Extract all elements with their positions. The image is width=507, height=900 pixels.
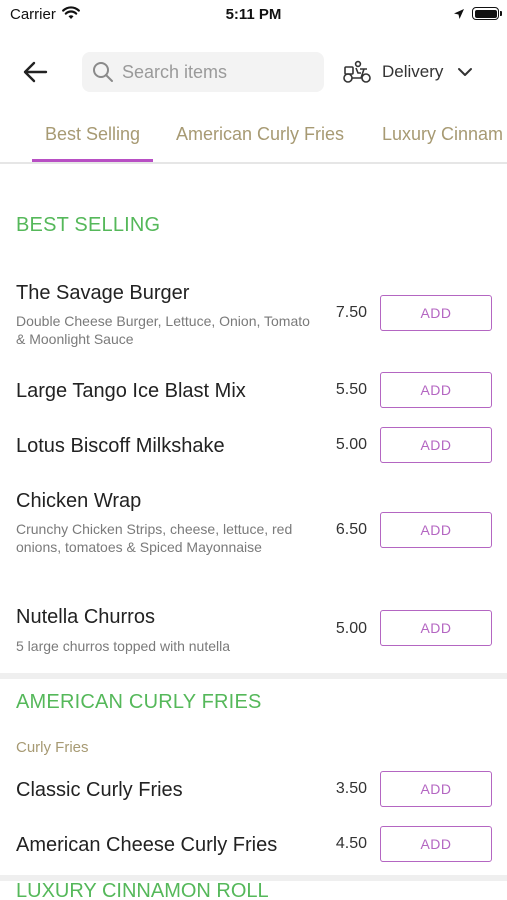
top-bar: Delivery — [0, 50, 507, 94]
battery-icon — [472, 7, 502, 20]
item-name: Chicken Wrap — [16, 490, 142, 512]
section-divider — [0, 673, 507, 679]
section-title-best-selling: BEST SELLING — [16, 214, 161, 236]
item-description: Crunchy Chicken Strips, cheese, lettuce,… — [16, 521, 293, 555]
search-input[interactable] — [122, 61, 312, 83]
category-tabs: Best Selling American Curly Fries Luxury… — [0, 112, 507, 164]
item-name: Large Tango Ice Blast Mix — [16, 380, 246, 402]
item-name: Nutella Churros — [16, 606, 155, 628]
item-name: The Savage Burger — [16, 282, 190, 304]
add-button[interactable]: ADD — [380, 372, 492, 408]
add-button[interactable]: ADD — [380, 610, 492, 646]
chevron-down-icon — [458, 68, 473, 76]
item-price: 5.00 — [335, 436, 367, 453]
item-price: 6.50 — [335, 521, 367, 538]
search-icon — [93, 62, 113, 82]
scooter-icon — [343, 60, 371, 83]
item-price: 5.50 — [335, 381, 367, 398]
item-description: 5 large churros topped with nutella — [16, 638, 231, 654]
add-button[interactable]: ADD — [380, 427, 492, 463]
tab-luxury-cinnamon[interactable]: Luxury Cinnam — [382, 124, 503, 145]
search-bar[interactable] — [82, 52, 324, 92]
item-description: Double Cheese Burger, Lettuce, Onion, To… — [16, 313, 310, 347]
status-bar: Carrier 5:11 PM — [0, 0, 507, 30]
add-button[interactable]: ADD — [380, 295, 492, 331]
tab-best-selling[interactable]: Best Selling — [45, 124, 140, 145]
item-name: Classic Curly Fries — [16, 779, 183, 801]
add-button[interactable]: ADD — [380, 826, 492, 862]
item-price: 3.50 — [335, 780, 367, 797]
active-tab-indicator — [32, 159, 153, 162]
item-price: 5.00 — [335, 620, 367, 637]
location-arrow-icon — [453, 7, 465, 25]
clock: 5:11 PM — [225, 6, 282, 23]
delivery-selector[interactable]: Delivery — [342, 56, 473, 88]
item-name: Lotus Biscoff Milkshake — [16, 435, 225, 457]
section-title-american-curly-fries: AMERICAN CURLY FRIES — [16, 691, 262, 713]
section-title-luxury-cinnamon-roll: LUXURY CINNAMON ROLL — [16, 880, 269, 900]
back-button[interactable] — [22, 60, 50, 84]
back-arrow-icon — [23, 61, 48, 83]
item-price: 7.50 — [335, 304, 367, 321]
item-price: 4.50 — [335, 835, 367, 852]
add-button[interactable]: ADD — [380, 512, 492, 548]
tab-american-curly-fries[interactable]: American Curly Fries — [176, 124, 344, 145]
item-name: American Cheese Curly Fries — [16, 834, 278, 856]
delivery-label: Delivery — [382, 62, 444, 81]
add-button[interactable]: ADD — [380, 771, 492, 807]
section-subtitle: Curly Fries — [16, 739, 89, 756]
